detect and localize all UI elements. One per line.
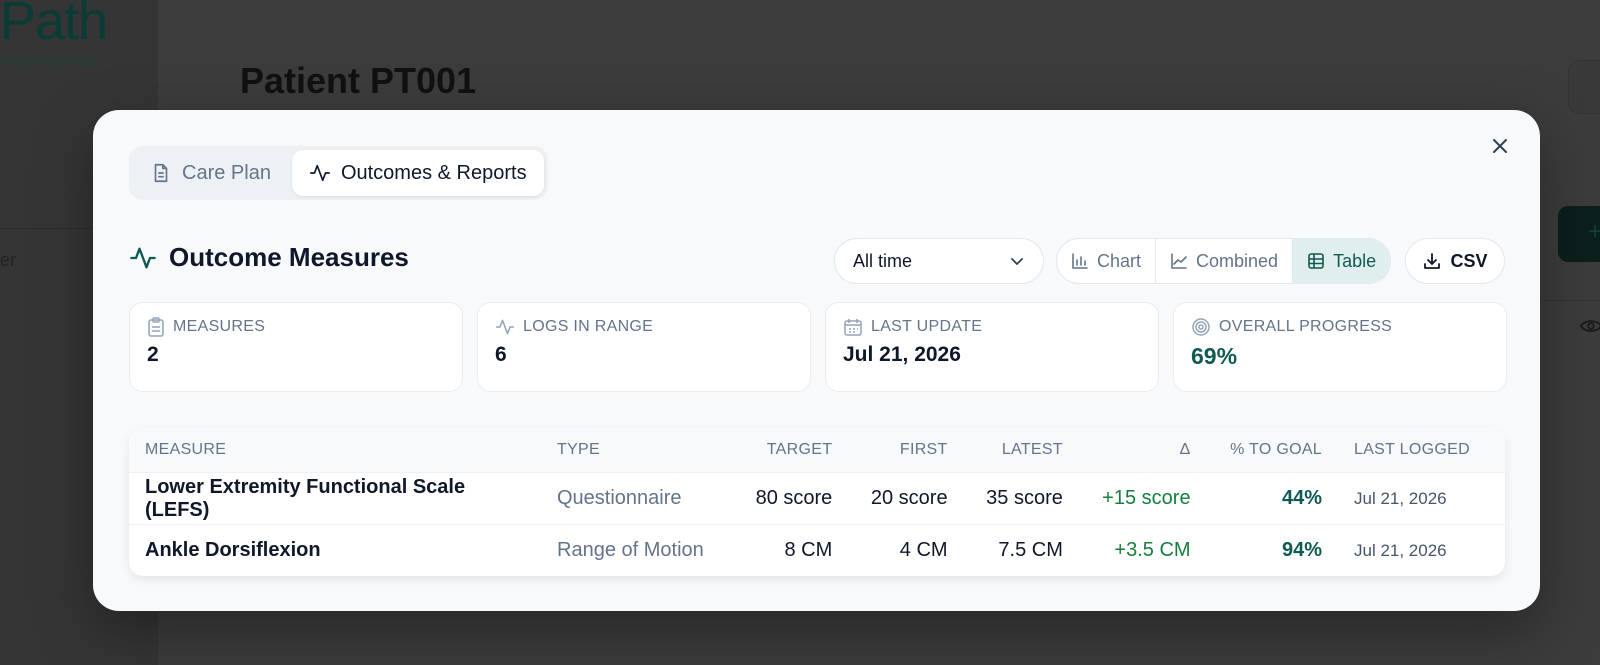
column-header[interactable]: % TO GOAL [1206,428,1338,473]
measure-type: Range of Motion [557,539,704,561]
section-title: Outcome Measures [169,242,409,272]
app-logo-subtitle: ment Roadmap [0,52,96,68]
plus-icon: + [1588,218,1600,245]
measure-type: Questionnaire [541,472,733,525]
view-table-button[interactable]: Table [1293,239,1391,283]
line-chart-icon [1171,253,1187,269]
measure-name: Lower Extremity Functional Scale (LEFS) [129,472,541,525]
measure-name: Ankle Dorsiflexion [145,539,321,561]
target-icon [1192,318,1210,336]
tab-outcomes-reports[interactable]: Outcomes & Reports [291,150,544,196]
modal-tabs: Care Plan Outcomes & Reports [129,146,548,200]
stat-label: LOGS IN RANGE [523,318,654,335]
measure-to-goal: 94% [1281,539,1322,561]
measure-delta: +3.5 CM [1114,539,1191,561]
measure-to-goal: 44% [1206,472,1338,525]
measure-latest: 35 score [963,472,1079,525]
measure-latest: 7.5 CM [998,539,1063,561]
column-header[interactable]: Δ [1078,428,1207,473]
column-header[interactable]: LAST LOGGED [1338,428,1505,473]
clipboard-icon [148,317,164,337]
page-title: Patient PT001 [240,60,477,101]
stat-card-logs: LOGS IN RANGE 6 [477,302,811,392]
view-chart-button[interactable]: Chart [1057,239,1157,283]
table-row[interactable]: Ankle Dorsiflexion Range of Motion 8 CM … [129,525,1505,577]
view-label: Chart [1097,250,1142,271]
eye-icon[interactable] [1579,318,1600,339]
stats-row: MEASURES 2 LOGS IN RANGE 6 LAST UPDATE J… [129,302,1507,392]
measure-target: 8 CM [784,539,833,561]
column-header[interactable]: TYPE [541,428,733,473]
stat-label: LAST UPDATE [871,318,983,335]
table-header-row: MEASURE TYPE TARGET FIRST LATEST Δ % TO … [129,428,1505,473]
stat-value: Jul 21, 2026 [843,343,961,366]
close-button[interactable] [1486,132,1514,160]
measure-first: 4 CM [899,539,948,561]
bar-chart-icon [1072,253,1088,269]
time-range-value: All time [853,250,913,271]
export-csv-button[interactable]: CSV [1405,238,1505,284]
tab-care-plan[interactable]: Care Plan [133,150,288,196]
share-button[interactable] [1568,60,1600,114]
table-icon [1308,253,1324,269]
measure-last-logged: Jul 21, 2026 [1338,472,1505,525]
stat-card-last-update: LAST UPDATE Jul 21, 2026 [825,302,1159,392]
app-logo: Path [0,0,108,51]
sidebar-item[interactable]: er [0,250,16,271]
stat-card-overall-progress: OVERALL PROGRESS 69% [1173,302,1507,392]
column-header[interactable]: FIRST [848,428,964,473]
stat-value: 69% [1191,343,1238,369]
calendar-icon [844,319,862,336]
document-icon [154,163,168,183]
measure-delta: +15 score [1078,472,1207,525]
stat-card-measures: MEASURES 2 [129,302,463,392]
add-button[interactable]: + [1558,206,1600,262]
stat-label: OVERALL PROGRESS [1219,318,1393,335]
column-header[interactable]: LATEST [963,428,1079,473]
view-combined-button[interactable]: Combined [1156,239,1294,283]
download-icon [1424,253,1441,269]
stat-label: MEASURES [173,318,266,335]
view-toggle: Chart Combined Table [1056,238,1392,284]
column-header[interactable]: MEASURE [129,428,541,473]
chevron-down-icon [1011,258,1023,265]
measure-first: 20 score [848,472,964,525]
csv-label: CSV [1450,250,1488,271]
activity-icon [130,247,156,268]
tab-label: Care Plan [182,161,271,184]
view-label: Table [1333,250,1377,271]
outcomes-modal: Care Plan Outcomes & Reports Outcome Mea… [93,110,1540,611]
close-icon [1493,139,1507,153]
activity-icon [495,319,515,335]
table-row[interactable]: Lower Extremity Functional Scale (LEFS) … [129,472,1505,525]
stat-value: 6 [495,343,507,366]
stat-value: 2 [147,343,159,366]
time-range-select[interactable]: All time [834,238,1044,284]
view-label: Combined [1196,250,1279,271]
measure-target: 80 score [733,472,849,525]
outcomes-table: MEASURE TYPE TARGET FIRST LATEST Δ % TO … [129,428,1505,576]
tab-label: Outcomes & Reports [340,161,527,184]
section-header: Outcome Measures [129,242,409,273]
measure-last-logged: Jul 21, 2026 [1354,540,1447,560]
activity-icon [309,164,330,182]
column-header[interactable]: TARGET [733,428,849,473]
